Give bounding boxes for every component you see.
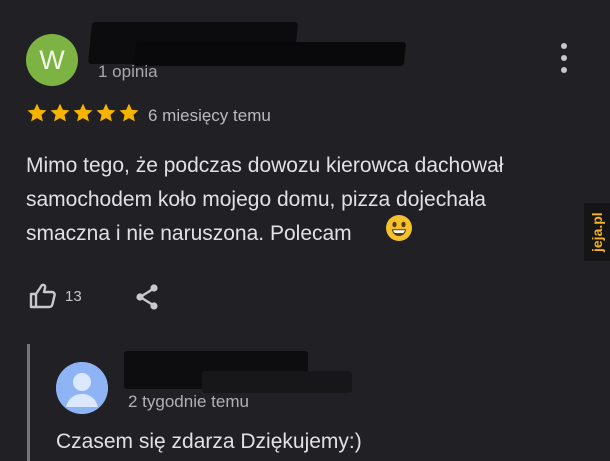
smiling-face-emoji-icon bbox=[386, 215, 412, 241]
thumb-up-icon[interactable] bbox=[27, 280, 59, 312]
share-icon[interactable] bbox=[132, 282, 162, 312]
review-date: 6 miesięcy temu bbox=[148, 106, 271, 125]
reviewer-review-count: 1 opinia bbox=[98, 62, 158, 81]
like-count: 13 bbox=[65, 288, 82, 305]
review-text: Mimo tego, że podczas dowozu kierowca da… bbox=[26, 154, 504, 245]
owner-name-redaction bbox=[124, 351, 352, 393]
review-card: W 1 opinia 6 miesięcy temu Mimo tego, że… bbox=[0, 0, 610, 461]
reviewer-avatar[interactable]: W bbox=[26, 34, 78, 86]
more-vertical-icon bbox=[561, 67, 567, 73]
jeja-watermark: jeja.pl bbox=[584, 203, 610, 261]
owner-reply-date: 2 tygodnie temu bbox=[128, 392, 249, 411]
more-vertical-icon bbox=[561, 55, 567, 61]
star-icon bbox=[96, 103, 116, 122]
reply-thread-line bbox=[27, 344, 30, 461]
more-vertical-icon bbox=[561, 43, 567, 49]
owner-avatar-icon[interactable] bbox=[56, 362, 108, 414]
star-icon bbox=[73, 103, 93, 122]
star-rating bbox=[26, 102, 140, 128]
owner-reply-text: Czasem się zdarza Dziękujemy:) bbox=[56, 430, 362, 453]
reviewer-name-redaction bbox=[87, 22, 299, 64]
star-icon bbox=[50, 103, 70, 122]
star-icon bbox=[27, 103, 47, 122]
more-options-button[interactable] bbox=[554, 43, 574, 77]
star-icon bbox=[119, 103, 139, 122]
